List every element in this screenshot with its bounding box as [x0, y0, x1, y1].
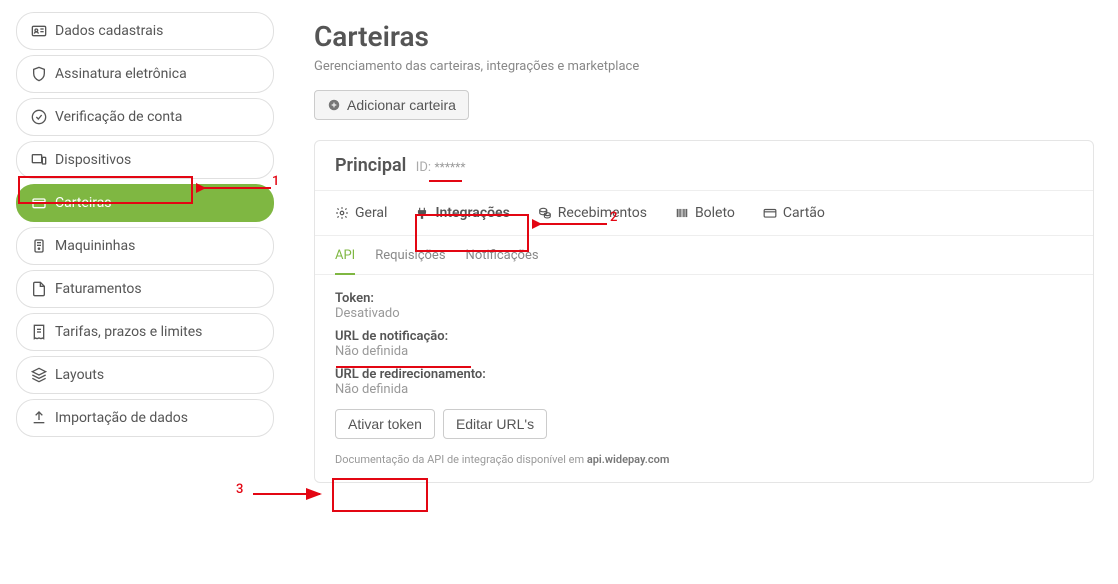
id-card-icon	[31, 23, 47, 39]
annotation-box-1	[18, 176, 193, 204]
plus-circle-icon	[327, 98, 341, 112]
annotation-underline-token	[336, 366, 471, 368]
wallet-card-header: Principal ID: ******	[315, 141, 1093, 191]
wallet-id-label: ID:	[416, 160, 431, 175]
devices-icon	[31, 152, 47, 168]
sidebar-item-verificacao[interactable]: Verificação de conta	[16, 98, 274, 136]
tab-label: Cartão	[783, 205, 825, 221]
sidebar-item-faturamentos[interactable]: Faturamentos	[16, 270, 274, 308]
annotation-box-2	[415, 214, 529, 252]
token-label: Token:	[335, 291, 1073, 306]
sidebar: Dados cadastrais Assinatura eletrônica V…	[0, 0, 290, 584]
annotation-arrow-3	[248, 486, 328, 506]
activate-token-button[interactable]: Ativar token	[335, 409, 435, 439]
sidebar-item-label: Dispositivos	[55, 152, 131, 168]
gear-icon	[335, 206, 349, 220]
card-reader-icon	[31, 238, 47, 254]
sidebar-item-dados-cadastrais[interactable]: Dados cadastrais	[16, 12, 274, 50]
annotation-label-1: 1	[272, 174, 279, 189]
sidebar-item-label: Verificação de conta	[55, 109, 182, 125]
wallet-id-value: ******	[434, 160, 465, 174]
barcode-icon	[675, 206, 689, 220]
layers-icon	[31, 367, 47, 383]
sidebar-item-label: Dados cadastrais	[55, 23, 163, 39]
sidebar-item-label: Assinatura eletrônica	[55, 66, 187, 82]
sidebar-item-label: Importação de dados	[55, 410, 188, 426]
annotation-label-3: 3	[236, 482, 243, 497]
annotation-arrow-1	[196, 180, 276, 200]
sidebar-item-tarifas[interactable]: Tarifas, prazos e limites	[16, 313, 274, 351]
annotation-box-3	[332, 478, 428, 512]
sidebar-item-label: Tarifas, prazos e limites	[55, 324, 202, 340]
notify-url-value: Não definida	[335, 344, 1073, 359]
receipt-icon	[31, 324, 47, 340]
file-icon	[31, 281, 47, 297]
redirect-url-label: URL de redirecionamento:	[335, 367, 1073, 382]
credit-card-icon	[763, 206, 777, 220]
add-wallet-button[interactable]: Adicionar carteira	[314, 90, 469, 120]
redirect-url-value: Não definida	[335, 382, 1073, 397]
wallet-name: Principal	[335, 155, 406, 176]
shield-icon	[31, 66, 47, 82]
sidebar-item-maquininhas[interactable]: Maquininhas	[16, 227, 274, 265]
check-circle-icon	[31, 109, 47, 125]
tab-label: Boleto	[695, 205, 735, 221]
tab-cartao[interactable]: Cartão	[763, 205, 825, 221]
page-subtitle: Gerenciamento das carteiras, integrações…	[314, 59, 1094, 74]
doc-prefix: Documentação da API de integração dispon…	[335, 453, 587, 466]
api-doc-note: Documentação da API de integração dispon…	[335, 453, 1073, 466]
annotation-underline-id	[429, 180, 462, 182]
api-panel: Token: Desativado URL de notificação: Nã…	[315, 275, 1093, 482]
tab-geral[interactable]: Geral	[335, 205, 387, 221]
token-value: Desativado	[335, 306, 1073, 321]
edit-urls-button[interactable]: Editar URL's	[443, 409, 547, 439]
notify-url-label: URL de notificação:	[335, 329, 1073, 344]
page-title: Carteiras	[314, 20, 1094, 53]
tab-boleto[interactable]: Boleto	[675, 205, 735, 221]
sidebar-item-label: Maquininhas	[55, 238, 135, 254]
annotation-arrow-2	[532, 216, 612, 236]
doc-link[interactable]: api.widepay.com	[587, 453, 670, 466]
sidebar-item-layouts[interactable]: Layouts	[16, 356, 274, 394]
tab-label: Geral	[355, 205, 387, 221]
annotation-label-2: 2	[610, 210, 617, 225]
sidebar-item-importacao[interactable]: Importação de dados	[16, 399, 274, 437]
upload-icon	[31, 410, 47, 426]
subtab-api[interactable]: API	[335, 248, 355, 275]
wallet-card: Principal ID: ****** Geral Integrações R…	[314, 140, 1094, 483]
sidebar-item-assinatura[interactable]: Assinatura eletrônica	[16, 55, 274, 93]
sidebar-item-dispositivos[interactable]: Dispositivos	[16, 141, 274, 179]
add-wallet-label: Adicionar carteira	[347, 97, 456, 113]
sidebar-item-label: Layouts	[55, 367, 104, 383]
sidebar-item-label: Faturamentos	[55, 281, 142, 297]
